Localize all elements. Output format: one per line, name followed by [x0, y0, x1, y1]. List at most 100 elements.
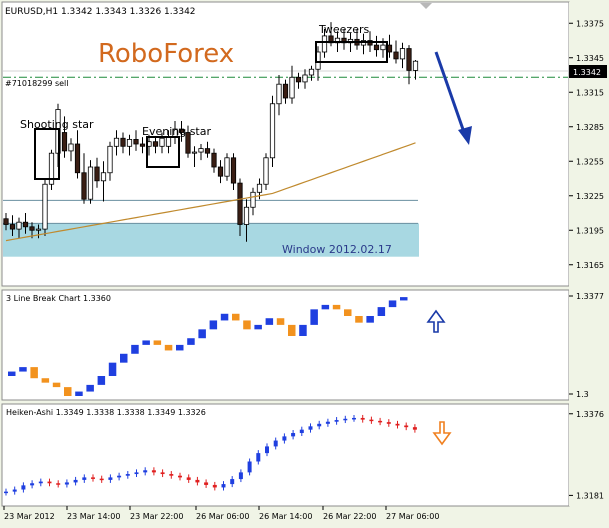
candle-body [159, 137, 165, 147]
line-break-title: 3 Line Break Chart 1.3360 [6, 294, 111, 303]
ha-down-bar [369, 419, 374, 422]
line-break-up-block [299, 324, 307, 336]
candle-body [393, 51, 399, 60]
ha-down-bar [360, 417, 365, 420]
ha-down-bar [404, 425, 409, 428]
ha-down-bar [212, 484, 217, 488]
price-tick-label: 1.3225 [576, 192, 604, 201]
ha-down-bar [204, 482, 209, 485]
line-break-down-block [355, 316, 363, 323]
chart-window: EURUSD,H1 1.3342 1.3343 1.3326 1.3342 Ro… [0, 0, 609, 524]
candle-body [35, 228, 42, 231]
line-break-down-block [232, 313, 240, 321]
ha-up-bar [273, 440, 278, 447]
line-break-up-block [209, 320, 218, 330]
price-tick-label: 1.3315 [576, 88, 604, 97]
line-break-up-block [142, 340, 150, 345]
current-price-text: 1.3342 [573, 68, 601, 77]
ha-down-bar [378, 420, 383, 423]
candle-body [81, 172, 87, 200]
price-tick-label: 1.3165 [576, 261, 604, 270]
line-break-down-block [164, 344, 173, 351]
ha-up-bar [325, 421, 330, 424]
ha-up-bar [317, 423, 322, 427]
candle-body [321, 35, 328, 53]
candle-body [295, 76, 302, 83]
ha-up-bar [352, 417, 356, 420]
candle-body [243, 206, 250, 225]
candle-body [224, 157, 230, 177]
brand-logo-text: RoboForex [98, 39, 234, 69]
line-break-down-block [41, 378, 50, 383]
line-break-down-block [276, 318, 285, 325]
heiken-ashi-panel[interactable] [1, 403, 570, 507]
line-break-down-block [64, 387, 72, 396]
line-break-up-block [254, 324, 262, 330]
window-label: Window 2012.02.17 [282, 243, 392, 256]
ha-tick-label: 1.3181 [576, 491, 604, 500]
candle-body [29, 226, 35, 231]
ha-up-bar [125, 474, 130, 476]
ha-up-bar [308, 426, 313, 430]
time-tick-label: 26 Mar 14:00 [259, 512, 312, 521]
candle-body [42, 183, 48, 230]
candle-body [68, 143, 74, 152]
time-tick-label: 27 Mar 06:00 [386, 512, 439, 521]
candle-body [152, 141, 159, 147]
chart-canvas: EURUSD,H1 1.3342 1.3343 1.3326 1.3342 Ro… [1, 1, 607, 521]
line-break-up-block [97, 376, 106, 385]
ha-down-bar [412, 427, 417, 430]
line-break-down-block [52, 382, 61, 388]
ha-up-bar [30, 483, 35, 486]
ha-up-bar [143, 470, 148, 473]
candle-body [373, 44, 380, 51]
candle-body [22, 221, 29, 228]
candle-body [100, 172, 107, 182]
tweezers-label: Tweezers [318, 23, 369, 36]
line-break-up-block [19, 367, 27, 372]
ha-down-bar [178, 475, 182, 478]
ha-down-bar [56, 483, 61, 485]
ha-down-bar [386, 422, 391, 424]
ha-up-bar [343, 418, 348, 421]
time-tick-label: 23 Mar 2012 [4, 512, 55, 521]
candle-body [211, 152, 217, 168]
price-tick-label: 1.3255 [576, 157, 604, 166]
line-break-down-block [153, 340, 162, 345]
line-break-down-block [30, 367, 38, 379]
ha-down-bar [99, 478, 104, 481]
time-tick-label: 23 Mar 14:00 [67, 512, 120, 521]
line-break-up-block [400, 297, 408, 301]
candle-body [139, 143, 146, 147]
ha-down-bar [151, 470, 156, 473]
order-label: #71018299 sell [5, 79, 69, 88]
line-break-down-block [243, 320, 251, 330]
candle-body [308, 68, 315, 76]
candle-body [204, 148, 211, 154]
candle-body [302, 74, 308, 83]
ha-up-bar [221, 484, 226, 488]
candle-body [120, 137, 126, 147]
ha-down-bar [160, 472, 165, 475]
line-break-up-block [108, 362, 117, 376]
ha-up-bar [73, 479, 78, 483]
ha-up-bar [4, 491, 8, 494]
line-break-up-block [8, 371, 16, 376]
candle-body [87, 166, 94, 200]
candle-body [9, 224, 16, 230]
line-break-down-block [288, 324, 296, 336]
line-break-up-block [75, 391, 83, 396]
candle-body [289, 76, 295, 99]
candle-body [165, 136, 172, 147]
candle-body [412, 60, 419, 71]
ha-up-bar [247, 461, 252, 473]
line-break-up-block [220, 313, 229, 321]
candle-body [399, 48, 406, 60]
ha-up-bar [64, 482, 69, 485]
candle-body [282, 83, 289, 99]
ha-down-bar [47, 481, 52, 484]
candle-body [74, 143, 81, 174]
ha-up-bar [256, 453, 261, 462]
candle-body [3, 218, 9, 225]
line-break-up-block [265, 318, 274, 325]
